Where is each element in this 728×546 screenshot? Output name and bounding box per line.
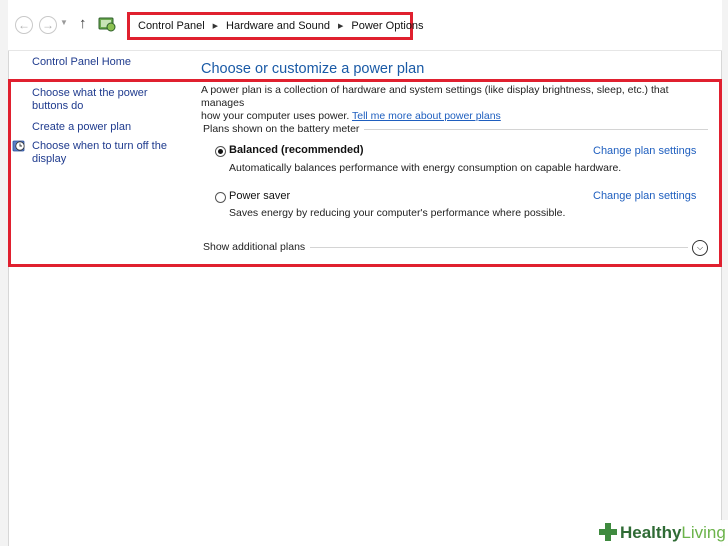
plan-balanced-description: Automatically balances performance with … <box>229 162 622 174</box>
sidebar-item-create-plan[interactable]: Create a power plan <box>32 121 131 134</box>
sidebar-item-label: buttons do <box>32 100 84 112</box>
description-line: A power plan is a collection of hardware… <box>201 84 669 109</box>
sidebar-item-label: display <box>32 153 67 165</box>
page-title: Choose or customize a power plan <box>201 61 425 77</box>
sidebar-control-panel-home[interactable]: Control Panel Home <box>32 56 131 68</box>
back-arrow-icon[interactable]: ← <box>15 16 33 34</box>
show-additional-divider <box>310 247 688 248</box>
control-panel-icon <box>98 17 116 32</box>
plan-power-saver-radio[interactable] <box>215 192 226 203</box>
sidebar-item-label: Create a power plan <box>32 121 132 133</box>
plan-power-saver-name[interactable]: Power saver <box>229 190 290 202</box>
sidebar-item-power-buttons[interactable]: Choose what the power buttons do <box>32 87 148 113</box>
change-plan-settings-power-saver-link[interactable]: Change plan settings <box>593 190 696 202</box>
sidebar-item-display-off[interactable]: Choose when to turn off the display <box>32 140 167 166</box>
clock-icon <box>12 140 25 152</box>
breadcrumb-separator-icon[interactable]: ▶ <box>338 23 343 30</box>
watermark-text: HealthyLiving <box>620 523 726 543</box>
plus-icon <box>599 523 617 541</box>
page-description: A power plan is a collection of hardware… <box>201 84 711 123</box>
window-frame-right <box>721 0 728 546</box>
learn-more-link[interactable]: Tell me more about power plans <box>352 110 501 122</box>
sidebar-item-label: Choose what the power <box>32 87 148 99</box>
watermark-logo: HealthyLiving <box>594 520 728 546</box>
watermark-text-part1: Healthy <box>620 523 682 542</box>
watermark-text-part2: Living <box>681 523 726 542</box>
description-line: how your computer uses power. <box>201 110 350 122</box>
breadcrumb: Control Panel ▶ Hardware and Sound ▶ Power O… <box>127 12 424 40</box>
recent-locations-dropdown-icon[interactable]: ▼ <box>60 18 68 27</box>
breadcrumb-item-control-panel[interactable]: Control Panel <box>138 20 205 32</box>
up-arrow-icon[interactable]: ↑ <box>79 15 87 32</box>
breadcrumb-separator-icon[interactable]: ▶ <box>213 23 218 30</box>
forward-arrow-icon[interactable]: → <box>39 16 57 34</box>
change-plan-settings-balanced-link[interactable]: Change plan settings <box>593 145 696 157</box>
plan-balanced-name[interactable]: Balanced (recommended) <box>229 144 363 156</box>
toolbar-divider <box>8 50 722 51</box>
show-additional-plans-label[interactable]: Show additional plans <box>203 241 305 253</box>
chevron-down-icon[interactable]: ⌵ <box>692 240 708 256</box>
plan-balanced-radio[interactable] <box>215 146 226 157</box>
sidebar-item-label: Choose when to turn off the <box>32 140 167 152</box>
breadcrumb-item-hardware-and-sound[interactable]: Hardware and Sound <box>226 20 330 32</box>
plan-power-saver-description: Saves energy by reducing your computer's… <box>229 207 566 219</box>
group-divider <box>364 129 708 130</box>
breadcrumb-item-power-options[interactable]: Power Options <box>351 20 423 32</box>
battery-meter-group-label: Plans shown on the battery meter <box>203 123 360 135</box>
